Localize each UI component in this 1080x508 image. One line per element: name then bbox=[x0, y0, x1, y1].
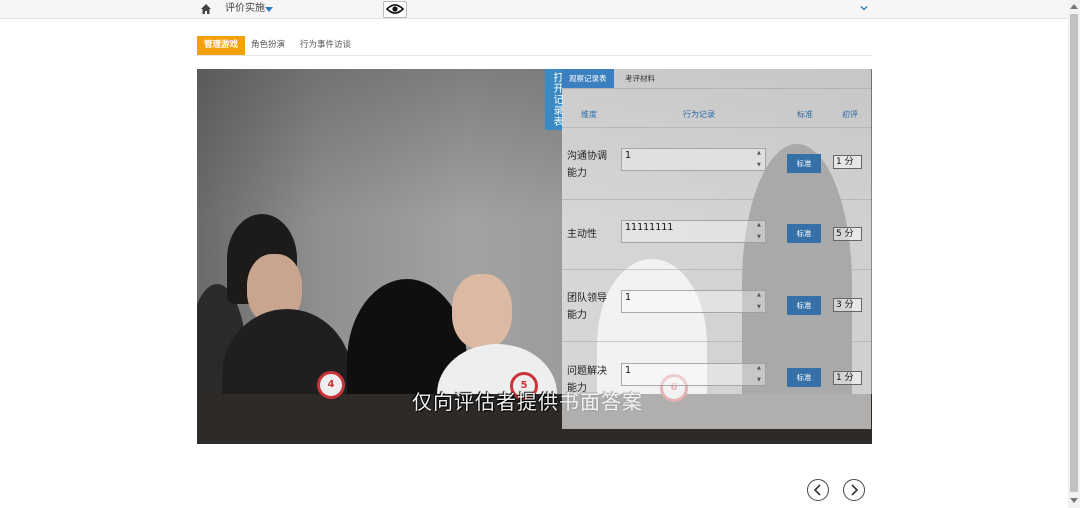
score-field[interactable]: 1 分 bbox=[833, 371, 862, 385]
scroll-thumb[interactable] bbox=[1070, 14, 1078, 492]
open-record-tab[interactable]: 打开记录表 bbox=[545, 69, 562, 130]
scroll-up-arrow[interactable] bbox=[1070, 4, 1078, 9]
behavior-record-input[interactable]: 1 ▲ ▼ bbox=[621, 290, 766, 313]
dimension-label: 主动性 bbox=[567, 229, 597, 240]
behavior-record-input[interactable]: 1 ▲ ▼ bbox=[621, 148, 766, 171]
observation-record-panel: 观察记录表 考评材料 维度 行为记录 标准 初评 沟通协调能力 1 ▲ ▼ 标准… bbox=[562, 69, 871, 429]
tab-observation-record[interactable]: 观察记录表 bbox=[562, 69, 614, 88]
behavior-record-value: 11111111 bbox=[625, 222, 674, 233]
tab-assessment-materials[interactable]: 考评材料 bbox=[618, 69, 662, 88]
row-divider bbox=[562, 127, 871, 128]
scroll-down-arrow[interactable] bbox=[1070, 498, 1078, 503]
column-header-dimension: 维度 bbox=[581, 110, 597, 119]
home-icon[interactable] bbox=[200, 3, 212, 15]
column-header-score: 初评 bbox=[842, 110, 858, 119]
spin-up-icon[interactable]: ▲ bbox=[757, 223, 763, 228]
standard-button[interactable]: 标准 bbox=[787, 224, 821, 243]
chevron-left-icon bbox=[813, 484, 821, 496]
spin-up-icon[interactable]: ▲ bbox=[757, 366, 763, 371]
chevron-right-icon bbox=[851, 484, 859, 496]
standard-button[interactable]: 标准 bbox=[787, 154, 821, 173]
behavior-record-value: 1 bbox=[625, 150, 632, 161]
eye-icon bbox=[386, 4, 404, 14]
spin-down-icon[interactable]: ▼ bbox=[757, 378, 763, 383]
row-divider bbox=[562, 269, 871, 270]
tab-behavioral-interview[interactable]: 行为事件访谈 bbox=[293, 36, 358, 55]
next-button[interactable] bbox=[843, 479, 865, 501]
record-panel-tabs: 观察记录表 考评材料 bbox=[562, 69, 871, 89]
participant-figure bbox=[452, 274, 512, 349]
spin-up-icon[interactable]: ▲ bbox=[757, 293, 763, 298]
behavior-record-input[interactable]: 11111111 ▲ ▼ bbox=[621, 220, 766, 243]
behavior-record-value: 1 bbox=[625, 292, 632, 303]
score-field[interactable]: 3 分 bbox=[833, 298, 862, 312]
standard-button[interactable]: 标准 bbox=[787, 368, 821, 387]
score-field[interactable]: 1 分 bbox=[833, 155, 862, 169]
spin-down-icon[interactable]: ▼ bbox=[757, 305, 763, 310]
top-bar: 评价实施 bbox=[0, 0, 1068, 19]
spin-up-icon[interactable]: ▲ bbox=[757, 151, 763, 156]
column-header-standard: 标准 bbox=[797, 110, 813, 119]
participant-badge: 4 bbox=[317, 371, 345, 399]
row-divider bbox=[562, 341, 871, 342]
eye-toggle-button[interactable] bbox=[383, 1, 407, 18]
spin-down-icon[interactable]: ▼ bbox=[757, 235, 763, 240]
behavior-record-value: 1 bbox=[625, 365, 632, 376]
tab-role-play[interactable]: 角色扮演 bbox=[244, 36, 292, 55]
chevron-down-icon[interactable] bbox=[859, 3, 869, 13]
behavior-record-input[interactable]: 1 ▲ ▼ bbox=[621, 363, 766, 386]
row-divider bbox=[562, 199, 871, 200]
column-header-record: 行为记录 bbox=[683, 110, 715, 119]
dimension-label: 沟通协调能力 bbox=[567, 151, 607, 179]
caret-down-icon[interactable] bbox=[265, 7, 273, 12]
nav-title[interactable]: 评价实施 bbox=[225, 3, 265, 15]
tab-management-game[interactable]: 管理游戏 bbox=[197, 36, 246, 55]
dimension-label: 团队领导能力 bbox=[567, 293, 607, 321]
dimension-label: 问题解决能力 bbox=[567, 366, 607, 394]
spin-down-icon[interactable]: ▼ bbox=[757, 163, 763, 168]
vertical-scrollbar[interactable] bbox=[1068, 0, 1080, 508]
assessment-tabs: 管理游戏 角色扮演 行为事件访谈 bbox=[197, 36, 872, 56]
standard-button[interactable]: 标准 bbox=[787, 296, 821, 315]
score-field[interactable]: 5 分 bbox=[833, 227, 862, 241]
previous-button[interactable] bbox=[807, 479, 829, 501]
